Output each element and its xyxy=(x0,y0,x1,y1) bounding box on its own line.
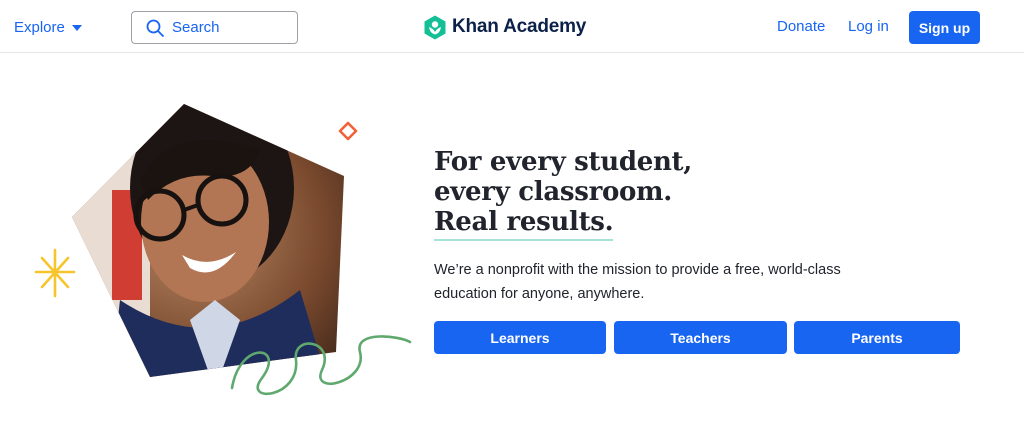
caret-down-icon xyxy=(71,25,82,31)
mission-statement: We’re a nonprofit with the mission to pr… xyxy=(434,262,841,302)
sign-up-button[interactable]: Sign up xyxy=(909,11,980,44)
headline-line-2: every classroom. xyxy=(434,177,673,207)
learners-button[interactable]: Learners xyxy=(434,321,606,354)
yellow-spark-decoration xyxy=(34,248,76,298)
hero-headline: For every student, every classroom. Real… xyxy=(434,147,854,241)
search-box[interactable]: Search xyxy=(131,11,298,44)
top-navigation-bar: Explore Search Khan Academy Donate Log i… xyxy=(0,0,1024,53)
orange-diamond-decoration xyxy=(338,121,358,141)
explore-menu-button[interactable]: Explore xyxy=(14,17,82,37)
headline-line-1: For every student, xyxy=(434,147,693,177)
explore-label: Explore xyxy=(14,18,65,36)
parents-button[interactable]: Parents xyxy=(794,321,960,354)
khan-academy-logo[interactable]: Khan Academy xyxy=(424,14,586,40)
search-icon xyxy=(146,19,164,37)
donate-link[interactable]: Donate xyxy=(777,18,825,35)
headline-line-3: Real results. xyxy=(434,207,614,241)
search-label: Search xyxy=(172,19,220,36)
teachers-button[interactable]: Teachers xyxy=(614,321,787,354)
hero-graphic xyxy=(34,104,412,396)
login-link[interactable]: Log in xyxy=(848,18,889,35)
hero-illustration xyxy=(0,54,420,436)
khan-academy-hexagon-icon xyxy=(424,15,446,39)
brand-name: Khan Academy xyxy=(452,16,587,37)
